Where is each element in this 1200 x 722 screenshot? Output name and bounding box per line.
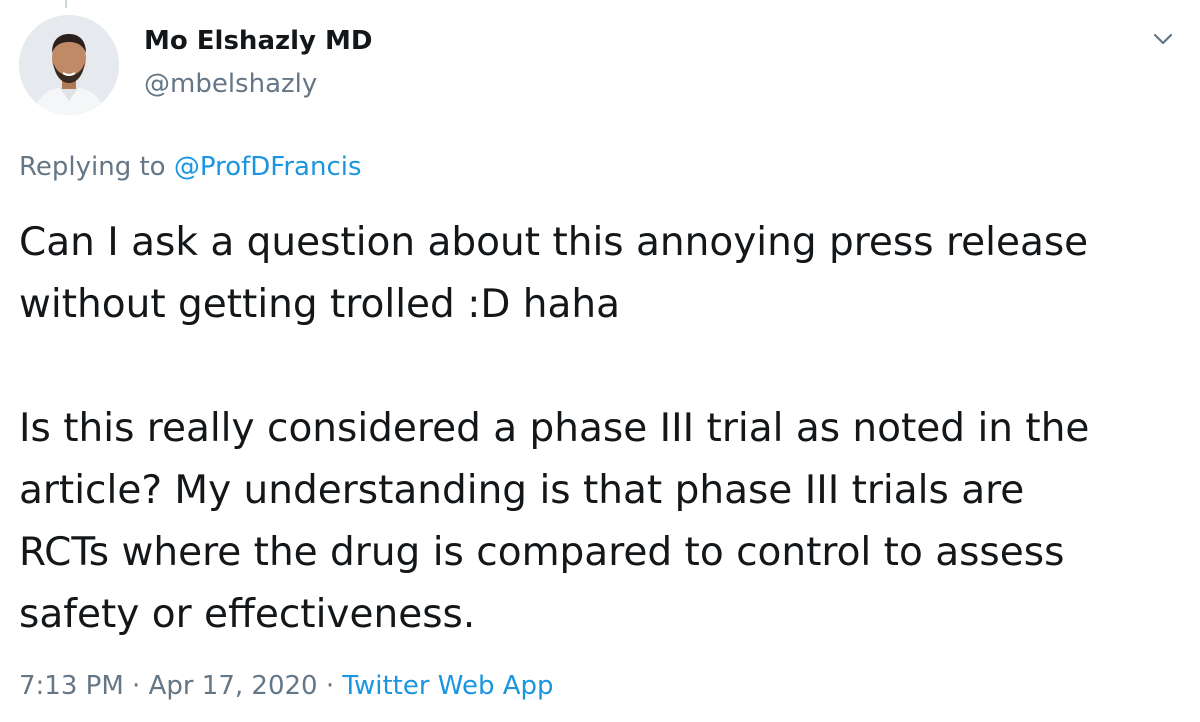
- tweet-text-line: RCTs where the drug is compared to contr…: [19, 530, 1065, 575]
- reply-mention-link[interactable]: @ProfDFrancis: [174, 152, 362, 182]
- tweet-text-line: article? My understanding is that phase …: [19, 468, 1025, 513]
- replying-to-label: Replying to: [19, 152, 166, 182]
- avatar[interactable]: [19, 15, 119, 115]
- meta-separator: ·: [132, 671, 141, 701]
- meta-separator: ·: [325, 671, 335, 701]
- tweet-time[interactable]: 7:13 PM: [19, 671, 124, 701]
- tweet-text-line: Can I ask a question about this annoying…: [19, 220, 1089, 265]
- author-name[interactable]: Mo Elshazly MD: [144, 26, 373, 56]
- tweet-text-line: Is this really considered a phase III tr…: [19, 406, 1090, 451]
- replying-to: Replying to @ProfDFrancis: [19, 152, 362, 182]
- author-handle[interactable]: @mbelshazly: [144, 69, 317, 99]
- chevron-down-icon[interactable]: [1150, 26, 1176, 52]
- tweet-text-line: without getting trolled :D haha: [19, 282, 620, 327]
- tweet-metadata: 7:13 PM · Apr 17, 2020 · Twitter Web App: [19, 671, 554, 701]
- tweet-text-line: safety or effectiveness.: [19, 592, 476, 637]
- thread-connector-line: [65, 0, 67, 8]
- tweet-text: Can I ask a question about this annoying…: [19, 212, 1179, 646]
- tweet-source-link[interactable]: Twitter Web App: [342, 671, 553, 701]
- tweet-date[interactable]: Apr 17, 2020: [149, 671, 318, 701]
